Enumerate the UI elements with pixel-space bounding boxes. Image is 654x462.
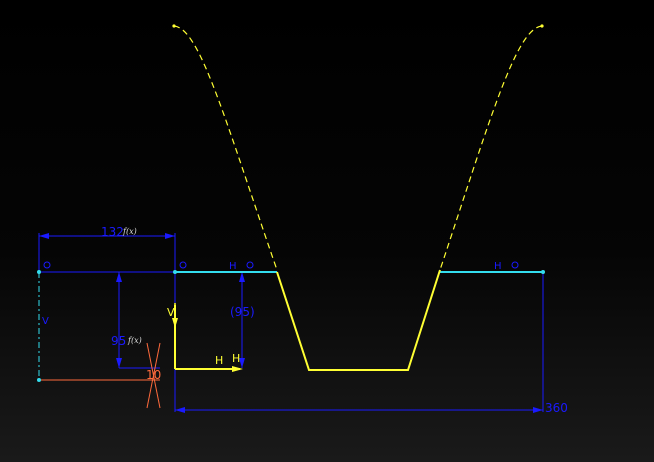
- offset-dimension-value[interactable]: 10: [146, 368, 161, 382]
- right-height-dimension-value[interactable]: (95): [230, 305, 255, 319]
- arrow-icon: [232, 366, 243, 372]
- arrow-icon: [239, 272, 245, 282]
- height-dimension-value[interactable]: 95: [111, 334, 126, 348]
- sketch-canvas[interactable]: V V H H H H 132 f(x) 95 f(x) (95) 10 360: [0, 0, 654, 462]
- coincidence-icon[interactable]: [179, 261, 187, 269]
- arrow-icon: [533, 407, 543, 413]
- constraint-horizontal-bottom-2[interactable]: H: [232, 352, 240, 365]
- arrow-icon: [116, 272, 122, 282]
- constraint-horizontal-top-middle[interactable]: H: [229, 261, 237, 272]
- curve-endpoint-left[interactable]: [172, 24, 176, 28]
- constraint-horizontal-top-right[interactable]: H: [494, 261, 502, 272]
- arrow-icon: [39, 233, 49, 239]
- curve-endpoint-right[interactable]: [540, 24, 544, 28]
- coincidence-icon[interactable]: [511, 261, 519, 269]
- total-dimension-value[interactable]: 360: [545, 401, 568, 415]
- arrow-icon: [165, 233, 175, 239]
- dashed-curve-right[interactable]: [439, 25, 543, 271]
- constraint-horizontal-bottom-1[interactable]: H: [215, 354, 223, 367]
- width-dimension-value[interactable]: 132: [101, 225, 124, 239]
- coincidence-icon[interactable]: [43, 261, 51, 269]
- arrow-icon: [175, 407, 185, 413]
- width-formula-icon[interactable]: f(x): [122, 227, 137, 236]
- point-icon[interactable]: [173, 270, 177, 274]
- arrow-icon: [172, 318, 178, 328]
- point-icon[interactable]: [37, 378, 41, 382]
- constraint-vertical-left[interactable]: V: [42, 316, 49, 327]
- coincidence-icon[interactable]: [246, 261, 254, 269]
- profile-yellow[interactable]: [276, 269, 441, 371]
- point-icon[interactable]: [541, 270, 545, 274]
- dashed-curve-left[interactable]: [173, 25, 278, 271]
- height-formula-icon[interactable]: f(x): [127, 336, 142, 345]
- constraint-vertical-profile[interactable]: V: [167, 306, 175, 319]
- point-icon[interactable]: [37, 270, 41, 274]
- arrow-icon: [116, 358, 122, 368]
